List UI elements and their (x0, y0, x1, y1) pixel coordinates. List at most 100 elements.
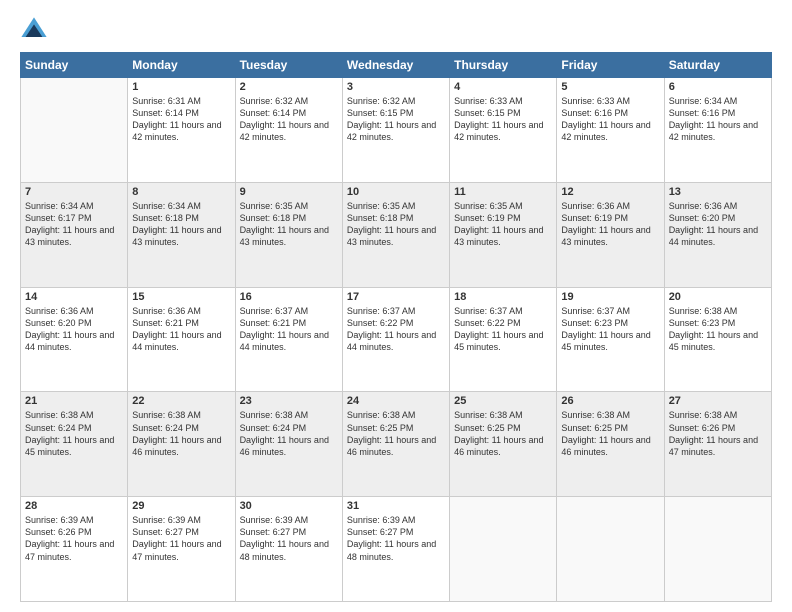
calendar-cell: 18 Sunrise: 6:37 AMSunset: 6:22 PMDayligh… (450, 287, 557, 392)
cell-info: Sunrise: 6:36 AMSunset: 6:20 PMDaylight:… (669, 200, 767, 249)
cell-info: Sunrise: 6:32 AMSunset: 6:14 PMDaylight:… (240, 95, 338, 144)
cell-info: Sunrise: 6:32 AMSunset: 6:15 PMDaylight:… (347, 95, 445, 144)
calendar-cell: 31 Sunrise: 6:39 AMSunset: 6:27 PMDayligh… (342, 497, 449, 602)
calendar-cell: 23 Sunrise: 6:38 AMSunset: 6:24 PMDayligh… (235, 392, 342, 497)
day-number: 4 (454, 81, 552, 93)
calendar-cell: 19 Sunrise: 6:37 AMSunset: 6:23 PMDayligh… (557, 287, 664, 392)
calendar-day-header: Thursday (450, 53, 557, 78)
cell-info: Sunrise: 6:39 AMSunset: 6:27 PMDaylight:… (132, 514, 230, 563)
day-number: 25 (454, 395, 552, 407)
cell-info: Sunrise: 6:38 AMSunset: 6:23 PMDaylight:… (669, 305, 767, 354)
header (20, 16, 772, 44)
day-number: 18 (454, 291, 552, 303)
cell-info: Sunrise: 6:39 AMSunset: 6:26 PMDaylight:… (25, 514, 123, 563)
day-number: 12 (561, 186, 659, 198)
day-number: 7 (25, 186, 123, 198)
day-number: 14 (25, 291, 123, 303)
cell-info: Sunrise: 6:37 AMSunset: 6:22 PMDaylight:… (454, 305, 552, 354)
day-number: 15 (132, 291, 230, 303)
calendar-cell: 15 Sunrise: 6:36 AMSunset: 6:21 PMDayligh… (128, 287, 235, 392)
cell-info: Sunrise: 6:37 AMSunset: 6:22 PMDaylight:… (347, 305, 445, 354)
calendar-cell: 26Sunrise: 6:38 AMSunset: 6:25 PMDayligh… (557, 392, 664, 497)
cell-info: Sunrise: 6:36 AMSunset: 6:19 PMDaylight:… (561, 200, 659, 249)
day-number: 10 (347, 186, 445, 198)
calendar-cell: 29Sunrise: 6:39 AMSunset: 6:27 PMDayligh… (128, 497, 235, 602)
day-number: 19 (561, 291, 659, 303)
cell-info: Sunrise: 6:33 AMSunset: 6:15 PMDaylight:… (454, 95, 552, 144)
cell-info: Sunrise: 6:34 AMSunset: 6:16 PMDaylight:… (669, 95, 767, 144)
calendar-cell: 9Sunrise: 6:35 AMSunset: 6:18 PMDaylight… (235, 182, 342, 287)
cell-info: Sunrise: 6:35 AMSunset: 6:19 PMDaylight:… (454, 200, 552, 249)
cell-info: Sunrise: 6:37 AMSunset: 6:23 PMDaylight:… (561, 305, 659, 354)
calendar-cell: 25Sunrise: 6:38 AMSunset: 6:25 PMDayligh… (450, 392, 557, 497)
day-number: 6 (669, 81, 767, 93)
calendar-cell: 22Sunrise: 6:38 AMSunset: 6:24 PMDayligh… (128, 392, 235, 497)
cell-info: Sunrise: 6:34 AMSunset: 6:17 PMDaylight:… (25, 200, 123, 249)
calendar-day-header: Friday (557, 53, 664, 78)
calendar-cell: 27 Sunrise: 6:38 AMSunset: 6:26 PMDayligh… (664, 392, 771, 497)
cell-info: Sunrise: 6:38 AMSunset: 6:26 PMDaylight:… (669, 409, 767, 458)
logo-icon (20, 16, 48, 44)
calendar-cell: 28 Sunrise: 6:39 AMSunset: 6:26 PMDayligh… (21, 497, 128, 602)
cell-info: Sunrise: 6:35 AMSunset: 6:18 PMDaylight:… (240, 200, 338, 249)
day-number: 27 (669, 395, 767, 407)
logo (20, 16, 52, 44)
day-number: 31 (347, 500, 445, 512)
calendar-week-row: 7 Sunrise: 6:34 AMSunset: 6:17 PMDaylight… (21, 182, 772, 287)
day-number: 22 (132, 395, 230, 407)
calendar-header-row: SundayMondayTuesdayWednesdayThursdayFrid… (21, 53, 772, 78)
cell-info: Sunrise: 6:39 AMSunset: 6:27 PMDaylight:… (240, 514, 338, 563)
cell-info: Sunrise: 6:33 AMSunset: 6:16 PMDaylight:… (561, 95, 659, 144)
day-number: 13 (669, 186, 767, 198)
day-number: 2 (240, 81, 338, 93)
calendar-cell: 24 Sunrise: 6:38 AMSunset: 6:25 PMDayligh… (342, 392, 449, 497)
page: SundayMondayTuesdayWednesdayThursdayFrid… (0, 0, 792, 612)
cell-info: Sunrise: 6:39 AMSunset: 6:27 PMDaylight:… (347, 514, 445, 563)
day-number: 28 (25, 500, 123, 512)
cell-info: Sunrise: 6:37 AMSunset: 6:21 PMDaylight:… (240, 305, 338, 354)
day-number: 8 (132, 186, 230, 198)
calendar-week-row: 28 Sunrise: 6:39 AMSunset: 6:26 PMDayligh… (21, 497, 772, 602)
day-number: 17 (347, 291, 445, 303)
calendar-day-header: Monday (128, 53, 235, 78)
day-number: 21 (25, 395, 123, 407)
calendar-cell: 12 Sunrise: 6:36 AMSunset: 6:19 PMDayligh… (557, 182, 664, 287)
calendar-cell (450, 497, 557, 602)
day-number: 3 (347, 81, 445, 93)
calendar-cell: 16 Sunrise: 6:37 AMSunset: 6:21 PMDayligh… (235, 287, 342, 392)
calendar-day-header: Wednesday (342, 53, 449, 78)
calendar-day-header: Saturday (664, 53, 771, 78)
cell-info: Sunrise: 6:38 AMSunset: 6:24 PMDaylight:… (25, 409, 123, 458)
calendar-cell: 3 Sunrise: 6:32 AMSunset: 6:15 PMDaylight… (342, 78, 449, 183)
calendar-cell: 7 Sunrise: 6:34 AMSunset: 6:17 PMDaylight… (21, 182, 128, 287)
calendar-cell: 11 Sunrise: 6:35 AMSunset: 6:19 PMDayligh… (450, 182, 557, 287)
calendar-cell: 13 Sunrise: 6:36 AMSunset: 6:20 PMDayligh… (664, 182, 771, 287)
calendar-cell: 4 Sunrise: 6:33 AMSunset: 6:15 PMDaylight… (450, 78, 557, 183)
day-number: 1 (132, 81, 230, 93)
calendar-cell: 10Sunrise: 6:35 AMSunset: 6:18 PMDayligh… (342, 182, 449, 287)
calendar-cell (21, 78, 128, 183)
calendar-cell: 21 Sunrise: 6:38 AMSunset: 6:24 PMDayligh… (21, 392, 128, 497)
calendar-cell (664, 497, 771, 602)
day-number: 11 (454, 186, 552, 198)
cell-info: Sunrise: 6:38 AMSunset: 6:25 PMDaylight:… (347, 409, 445, 458)
cell-info: Sunrise: 6:34 AMSunset: 6:18 PMDaylight:… (132, 200, 230, 249)
day-number: 5 (561, 81, 659, 93)
day-number: 23 (240, 395, 338, 407)
day-number: 20 (669, 291, 767, 303)
calendar-week-row: 1 Sunrise: 6:31 AMSunset: 6:14 PMDaylight… (21, 78, 772, 183)
calendar-week-row: 21 Sunrise: 6:38 AMSunset: 6:24 PMDayligh… (21, 392, 772, 497)
calendar-cell: 1 Sunrise: 6:31 AMSunset: 6:14 PMDaylight… (128, 78, 235, 183)
cell-info: Sunrise: 6:38 AMSunset: 6:24 PMDaylight:… (240, 409, 338, 458)
day-number: 16 (240, 291, 338, 303)
day-number: 26 (561, 395, 659, 407)
calendar-day-header: Tuesday (235, 53, 342, 78)
day-number: 30 (240, 500, 338, 512)
calendar-cell: 2 Sunrise: 6:32 AMSunset: 6:14 PMDaylight… (235, 78, 342, 183)
calendar-week-row: 14Sunrise: 6:36 AMSunset: 6:20 PMDayligh… (21, 287, 772, 392)
day-number: 24 (347, 395, 445, 407)
calendar-cell: 30 Sunrise: 6:39 AMSunset: 6:27 PMDayligh… (235, 497, 342, 602)
calendar-cell: 6 Sunrise: 6:34 AMSunset: 6:16 PMDaylight… (664, 78, 771, 183)
cell-info: Sunrise: 6:36 AMSunset: 6:21 PMDaylight:… (132, 305, 230, 354)
cell-info: Sunrise: 6:31 AMSunset: 6:14 PMDaylight:… (132, 95, 230, 144)
